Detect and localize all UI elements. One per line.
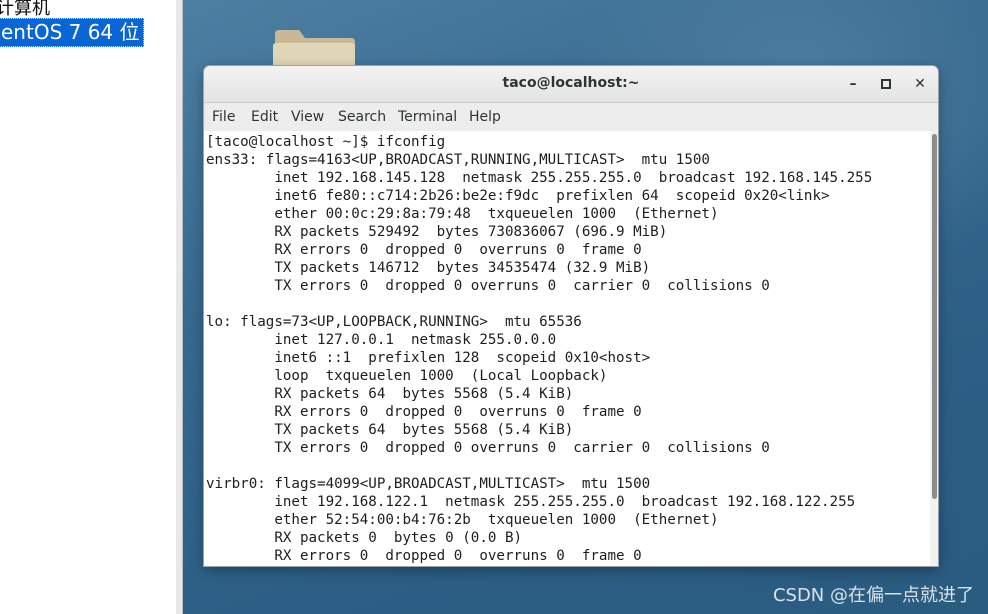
terminal-line: virbr0: flags=4099<UP,BROADCAST,MULTICAS… xyxy=(206,476,651,492)
library-pane-scrollbar[interactable] xyxy=(176,0,183,614)
close-icon[interactable]: ✕ xyxy=(909,74,931,94)
terminal-line: TX packets 64 bytes 5568 (5.4 KiB) xyxy=(274,422,574,438)
terminal-line: RX errors 0 dropped 0 overruns 0 frame 0 xyxy=(206,548,642,564)
terminal-line: TX packets 146712 bytes 34535474 (32.9 M… xyxy=(274,260,651,276)
menu-edit[interactable]: Edit xyxy=(251,109,278,125)
menu-help[interactable]: Help xyxy=(469,109,501,125)
terminal-line: RX packets 64 bytes 5568 (5.4 KiB) xyxy=(274,386,574,402)
terminal-menubar: File Edit View Search Terminal Help xyxy=(204,103,938,132)
terminal-line: RX errors 0 dropped 0 overruns 0 frame 0 xyxy=(274,404,642,420)
menu-view[interactable]: View xyxy=(291,109,324,125)
maximize-icon[interactable] xyxy=(875,74,897,94)
terminal-line: inet 192.168.145.128 netmask 255.255.255… xyxy=(274,170,873,186)
terminal-line: RX errors 0 dropped 0 overruns 0 frame 0 xyxy=(274,242,642,258)
terminal-line: TX errors 0 dropped 0 overruns 0 carrier… xyxy=(274,278,770,294)
menu-search[interactable]: Search xyxy=(338,109,386,125)
library-item-centos-selected[interactable]: entOS 7 64 位 xyxy=(0,18,144,47)
terminal-scrollbar[interactable] xyxy=(930,131,938,566)
terminal-line: RX packets 0 bytes 0 (0.0 B) xyxy=(274,530,523,546)
watermark: CSDN @在偏一点就进了 xyxy=(772,585,974,606)
terminal-line: loop txqueuelen 1000 (Local Loopback) xyxy=(274,368,608,384)
terminal-line: TX errors 0 dropped 0 overruns 0 carrier… xyxy=(274,440,770,456)
window-title: taco@localhost:~ xyxy=(502,75,640,91)
terminal-output[interactable]: [taco@localhost ~]$ ifconfig ens33: flag… xyxy=(204,131,930,566)
menu-terminal[interactable]: Terminal xyxy=(398,109,457,125)
minimize-icon[interactable]: – xyxy=(842,74,864,94)
terminal-text: [taco@localhost ~]$ ifconfig ens33: flag… xyxy=(204,131,930,565)
terminal-titlebar[interactable]: taco@localhost:~ – ✕ xyxy=(204,66,938,103)
menu-file[interactable]: File xyxy=(212,109,235,125)
terminal-line: ens33: flags=4163<UP,BROADCAST,RUNNING,M… xyxy=(206,152,710,168)
terminal-window[interactable]: taco@localhost:~ – ✕ File Edit View Sear… xyxy=(204,66,938,566)
terminal-line: lo: flags=73<UP,LOOPBACK,RUNNING> mtu 65… xyxy=(206,314,582,330)
terminal-scrollbar-thumb[interactable] xyxy=(932,134,937,499)
library-pane: 计算机 entOS 7 64 位 xyxy=(0,0,177,614)
terminal-line: ether 52:54:00:b4:76:2b txqueuelen 1000 … xyxy=(274,512,719,528)
terminal-line: RX packets 529492 bytes 730836067 (696.9… xyxy=(274,224,668,240)
folder-icon[interactable] xyxy=(273,28,355,68)
terminal-line: inet6 fe80::c714:2b26:be2e:f9dc prefixle… xyxy=(274,188,830,204)
terminal-line: inet 127.0.0.1 netmask 255.0.0.0 xyxy=(274,332,557,348)
terminal-line: inet 192.168.122.1 netmask 255.255.255.0… xyxy=(274,494,856,510)
terminal-line: inet6 ::1 prefixlen 128 scopeid 0x10<hos… xyxy=(274,350,651,366)
terminal-line: ether 00:0c:29:8a:79:48 txqueuelen 1000 … xyxy=(274,206,719,222)
terminal-line: [taco@localhost ~]$ ifconfig xyxy=(206,134,446,150)
library-item-computer[interactable]: 计算机 xyxy=(0,0,50,20)
